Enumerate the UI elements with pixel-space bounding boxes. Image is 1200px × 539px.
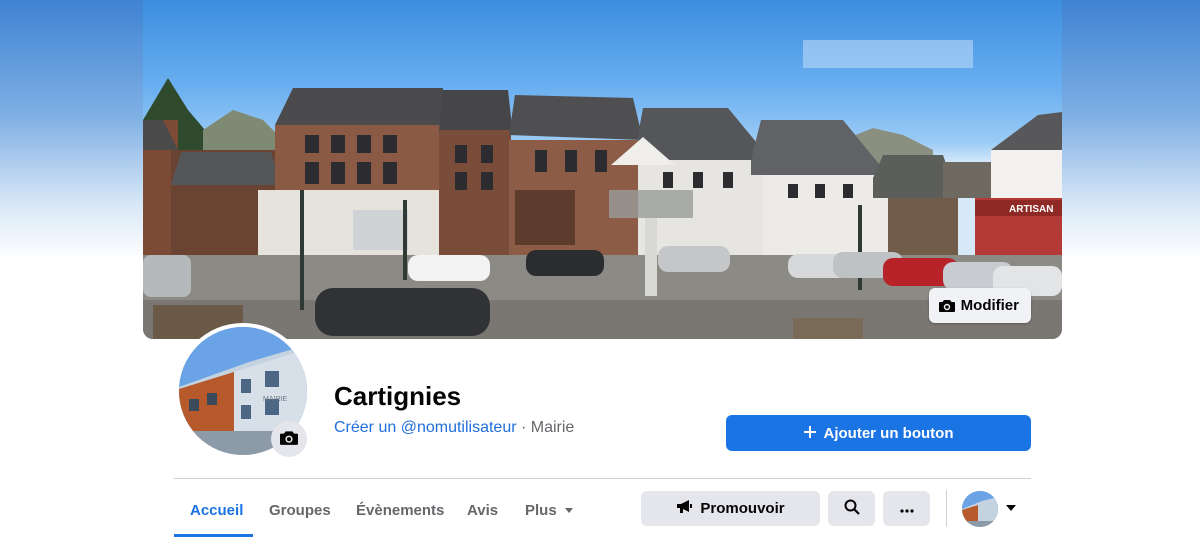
camera-icon bbox=[938, 299, 955, 312]
tab-plus[interactable]: Plus bbox=[509, 490, 589, 530]
more-dots-icon bbox=[899, 500, 914, 517]
tab-label: Groupes bbox=[269, 501, 331, 519]
megaphone-icon bbox=[676, 499, 693, 518]
tab-avis[interactable]: Avis bbox=[451, 490, 514, 530]
page-category: Mairie bbox=[530, 419, 575, 436]
edit-cover-label: Modifier bbox=[960, 297, 1019, 314]
promote-button[interactable]: Promouvoir bbox=[641, 491, 820, 526]
edit-cover-button[interactable]: Modifier bbox=[928, 288, 1031, 323]
edit-profile-picture-button[interactable] bbox=[271, 421, 307, 457]
more-options-button[interactable] bbox=[883, 491, 930, 526]
search-icon bbox=[844, 499, 860, 519]
tab-label: Plus bbox=[525, 501, 557, 519]
search-button[interactable] bbox=[828, 491, 875, 526]
page-title: Cartignies bbox=[334, 381, 462, 411]
promote-label: Promouvoir bbox=[700, 500, 785, 517]
create-username-link[interactable]: Créer un @nomutilisateur bbox=[334, 419, 517, 436]
mairie-sign: MAIRIE bbox=[263, 396, 287, 403]
caret-down-icon[interactable] bbox=[1006, 505, 1016, 511]
tab-groupes[interactable]: Groupes bbox=[253, 490, 347, 530]
town-square-photo: ARTISAN bbox=[143, 40, 1062, 339]
page-subtitle: Créer un @nomutilisateur · Mairie bbox=[334, 419, 574, 437]
page-switcher-avatar[interactable] bbox=[962, 491, 998, 527]
tab-label: Évènements bbox=[356, 501, 445, 519]
subtitle-separator: · bbox=[516, 419, 531, 436]
add-button-label: Ajouter un bouton bbox=[823, 424, 954, 442]
plus-icon bbox=[803, 425, 816, 442]
caret-down-icon bbox=[564, 507, 573, 513]
active-tab-indicator bbox=[174, 534, 253, 537]
tab-accueil[interactable]: Accueil bbox=[174, 490, 259, 530]
toolbar-separator bbox=[946, 490, 947, 527]
artisan-sign: ARTISAN bbox=[1009, 204, 1053, 215]
add-button-button[interactable]: Ajouter un bouton bbox=[726, 415, 1031, 451]
cover-photo: ARTISAN Modifier bbox=[143, 0, 1062, 339]
header-divider bbox=[174, 478, 1031, 479]
tab-label: Accueil bbox=[190, 501, 244, 519]
tab-label: Avis bbox=[467, 501, 499, 519]
camera-icon bbox=[280, 430, 298, 448]
tab-evenements[interactable]: Évènements bbox=[340, 490, 460, 530]
